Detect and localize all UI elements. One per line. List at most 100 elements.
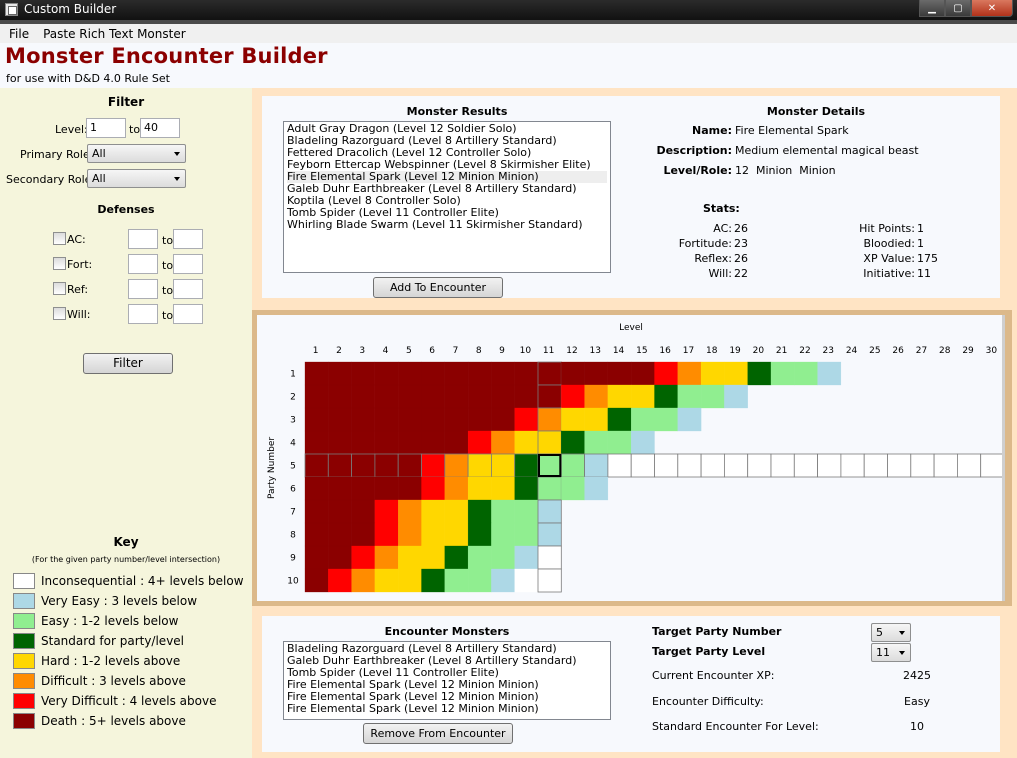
grid-cell[interactable] [537, 522, 562, 547]
grid-cell[interactable] [514, 430, 539, 455]
grid-cell[interactable] [747, 361, 772, 386]
grid-cell[interactable] [328, 545, 352, 570]
add-to-encounter-button[interactable]: Add To Encounter [373, 277, 503, 298]
grid-cell[interactable] [328, 522, 352, 547]
results-list[interactable]: Adult Gray Dragon (Level 12 Soldier Solo… [283, 121, 611, 273]
grid-cell[interactable] [304, 430, 329, 455]
maximize-button[interactable]: ▢ [945, 0, 971, 17]
grid-cell[interactable] [328, 568, 352, 593]
grid-cell[interactable] [514, 384, 539, 409]
grid-cell[interactable] [491, 476, 515, 501]
grid-cell[interactable] [304, 568, 329, 593]
grid-cell[interactable] [607, 453, 632, 478]
grid-cell[interactable] [840, 453, 865, 478]
grid-cell[interactable] [304, 476, 329, 501]
grid-cell[interactable] [374, 453, 399, 478]
grid-cell[interactable] [491, 430, 515, 455]
defense-ref-from-input[interactable] [128, 279, 158, 299]
grid-cell[interactable] [537, 499, 562, 524]
grid-cell[interactable] [374, 430, 399, 455]
grid-cell[interactable] [863, 453, 888, 478]
grid-cell[interactable] [397, 453, 422, 478]
grid-cell[interactable] [561, 430, 585, 455]
grid-cell[interactable] [514, 568, 539, 593]
grid-cell[interactable] [537, 545, 562, 570]
grid-cell[interactable] [444, 499, 469, 524]
grid-cell[interactable] [351, 476, 376, 501]
grid-cell[interactable] [561, 361, 585, 386]
grid-cell[interactable] [561, 384, 585, 409]
grid-cell[interactable] [398, 499, 422, 524]
defense-ac-from-input[interactable] [128, 229, 158, 249]
grid-cell[interactable] [677, 453, 702, 478]
grid-cell[interactable] [374, 407, 399, 432]
encounter-list[interactable]: Bladeling Razorguard (Level 8 Artillery … [283, 641, 611, 720]
grid-cell[interactable] [677, 384, 702, 409]
grid-cell[interactable] [328, 384, 352, 409]
grid-cell[interactable] [537, 453, 562, 478]
grid-cell[interactable] [654, 407, 678, 432]
defense-fort-from-input[interactable] [128, 254, 158, 274]
grid-cell[interactable] [677, 407, 702, 432]
defense-ac-checkbox[interactable] [53, 232, 66, 245]
grid-cell[interactable] [398, 568, 422, 593]
grid-cell[interactable] [327, 453, 353, 478]
grid-cell[interactable] [351, 453, 376, 478]
grid-cell[interactable] [700, 384, 725, 409]
grid-cell[interactable] [328, 476, 352, 501]
grid-cell[interactable] [654, 361, 678, 386]
grid-cell[interactable] [491, 545, 515, 570]
close-button[interactable]: ✕ [971, 0, 1013, 17]
grid-cell[interactable] [328, 407, 352, 432]
grid-cell[interactable] [444, 361, 469, 386]
grid-cell[interactable] [584, 361, 609, 386]
defense-ref-to-input[interactable] [173, 279, 203, 299]
grid-cell[interactable] [398, 522, 422, 547]
grid-cell[interactable] [514, 407, 539, 432]
defense-fort-checkbox[interactable] [53, 257, 66, 270]
grid-cell[interactable] [607, 384, 632, 409]
grid-cell[interactable] [467, 453, 492, 478]
grid-cell[interactable] [490, 453, 516, 478]
remove-from-encounter-button[interactable]: Remove From Encounter [363, 723, 513, 744]
grid-cell[interactable] [514, 453, 539, 478]
grid-cell[interactable] [467, 476, 492, 501]
grid-cell[interactable] [421, 384, 445, 409]
grid-cell[interactable] [793, 453, 818, 478]
grid-cell[interactable] [467, 499, 492, 524]
grid-cell[interactable] [304, 499, 329, 524]
grid-cell[interactable] [444, 430, 469, 455]
level-from-input[interactable]: 1 [86, 118, 126, 138]
grid-cell[interactable] [398, 430, 422, 455]
grid-cell[interactable] [677, 361, 702, 386]
grid-cell[interactable] [491, 361, 515, 386]
grid-cell[interactable] [561, 407, 585, 432]
grid-cell[interactable] [467, 545, 492, 570]
grid-cell[interactable] [514, 476, 539, 501]
grid-cell[interactable] [351, 499, 376, 524]
grid-cell[interactable] [514, 522, 539, 547]
grid-cell[interactable] [421, 499, 445, 524]
grid-cell[interactable] [444, 407, 469, 432]
grid-cell[interactable] [351, 522, 376, 547]
grid-cell[interactable] [467, 430, 492, 455]
grid-cell[interactable] [467, 522, 492, 547]
grid-cell[interactable] [514, 361, 539, 386]
grid-cell[interactable] [421, 453, 446, 478]
grid-cell[interactable] [747, 453, 772, 478]
grid-cell[interactable] [444, 568, 469, 593]
grid-cell[interactable] [374, 499, 399, 524]
grid-cell[interactable] [374, 568, 399, 593]
grid-cell[interactable] [794, 361, 818, 386]
grid-cell[interactable] [817, 361, 842, 386]
grid-cell[interactable] [584, 476, 609, 501]
grid-cell[interactable] [700, 453, 725, 478]
grid-cell[interactable] [444, 384, 469, 409]
grid-cell[interactable] [328, 499, 352, 524]
target-party-level-select[interactable]: 11 [871, 643, 911, 662]
grid-cell[interactable] [491, 568, 515, 593]
grid-scrollbar[interactable] [1002, 315, 1005, 601]
grid-cell[interactable] [491, 499, 515, 524]
grid-cell[interactable] [374, 476, 399, 501]
grid-cell[interactable] [630, 453, 655, 478]
